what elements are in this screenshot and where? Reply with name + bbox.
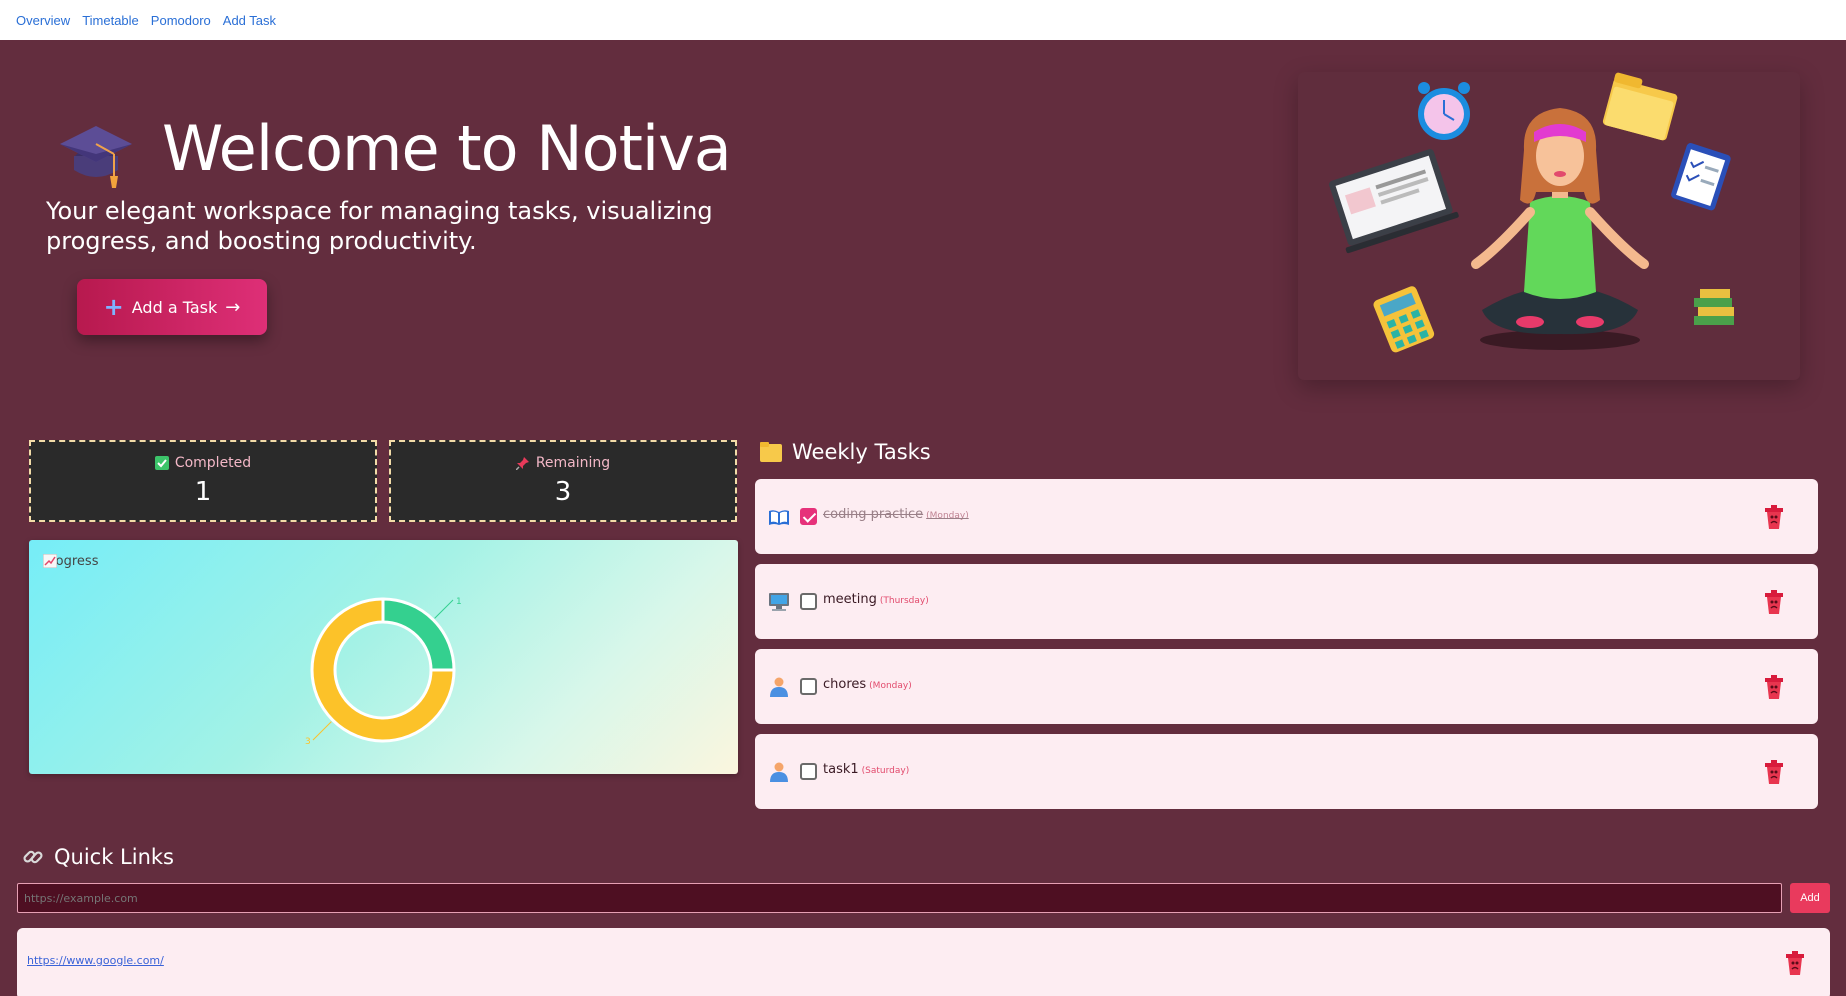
add-task-button[interactable]: + Add a Task → [77,279,267,335]
task-item: coding practice (Monday) [755,479,1818,554]
arrow-right-icon: → [225,296,241,318]
task-day: (Monday) [926,511,969,521]
weekly-tasks-title: Weekly Tasks [792,440,931,464]
donut-data-label: 3 [305,737,311,747]
folder-illustration [1602,72,1678,141]
quick-link-item: https://www.google.com/ [17,928,1830,996]
task-name: meeting [823,592,877,607]
task-name: chores [823,677,867,692]
meditating-person-illustration [1471,108,1649,350]
trash-icon[interactable] [1763,674,1785,700]
link-icon [23,850,43,864]
top-nav: Overview Timetable Pomodoro Add Task [0,0,1846,40]
progress-donut-chart: 13 [305,597,462,747]
task-item: task1 (Saturday) [755,734,1818,809]
hero-illustration [1298,72,1800,380]
task-day: (Monday) [869,681,912,691]
nav-overview[interactable]: Overview [16,13,70,28]
computer-icon [769,593,789,611]
graduation-cap-icon [60,126,132,188]
task-checkbox[interactable] [800,593,817,610]
laptop-illustration [1329,149,1459,254]
trash-icon[interactable] [1784,950,1806,976]
remaining-count: 3 [554,477,572,507]
progress-card: 13 Progress [29,540,738,774]
task-checkbox[interactable] [800,763,817,780]
add-task-button-label: Add a Task [131,297,218,317]
donut-label-leader [312,721,332,741]
nav-pomodoro[interactable]: Pomodoro [151,13,211,28]
pushpin-icon [515,457,529,470]
clipboard-illustration [1671,143,1731,211]
task-checkbox[interactable] [800,678,817,695]
donut-label-leader [434,599,454,619]
task-item: meeting (Thursday) [755,564,1818,639]
quick-links-header: Quick Links [22,845,174,869]
weekly-tasks-header: Weekly Tasks [760,440,931,464]
task-name: coding practice [823,507,924,522]
remaining-label: Remaining [535,455,611,471]
check-box-icon [154,456,169,470]
task-day: (Saturday) [861,766,910,776]
nav-add-task[interactable]: Add Task [223,13,276,28]
quick-link-url-input[interactable] [17,883,1782,913]
alarm-clock-illustration [1418,82,1470,140]
task-checkbox[interactable] [800,508,817,525]
completed-count: 1 [194,477,212,507]
add-link-button[interactable]: Add [1790,883,1830,913]
book-icon [769,510,789,525]
folder-icon [760,442,782,462]
task-name: task1 [823,762,859,777]
nav-timetable[interactable]: Timetable [82,13,139,28]
completed-stat-card: Completed 1 [29,440,377,522]
plus-icon: + [103,293,124,321]
person-icon [770,677,788,697]
quick-link[interactable]: https://www.google.com/ [27,954,164,967]
books-illustration [1694,289,1734,325]
trash-icon[interactable] [1763,759,1785,785]
quick-links-title: Quick Links [54,845,175,869]
donut-data-label: 1 [456,597,462,607]
trash-icon[interactable] [1763,589,1785,615]
completed-label: Completed [174,455,252,471]
remaining-stat-card: Remaining 3 [389,440,737,522]
chart-increasing-icon [43,554,57,568]
page-subtitle: Your elegant workspace for managing task… [46,197,713,255]
person-icon [770,762,788,782]
page-title: Welcome to Notiva [162,112,732,185]
calculator-illustration [1373,286,1435,353]
trash-icon[interactable] [1763,504,1785,530]
task-day: (Thursday) [879,596,929,606]
task-item: chores (Monday) [755,649,1818,724]
